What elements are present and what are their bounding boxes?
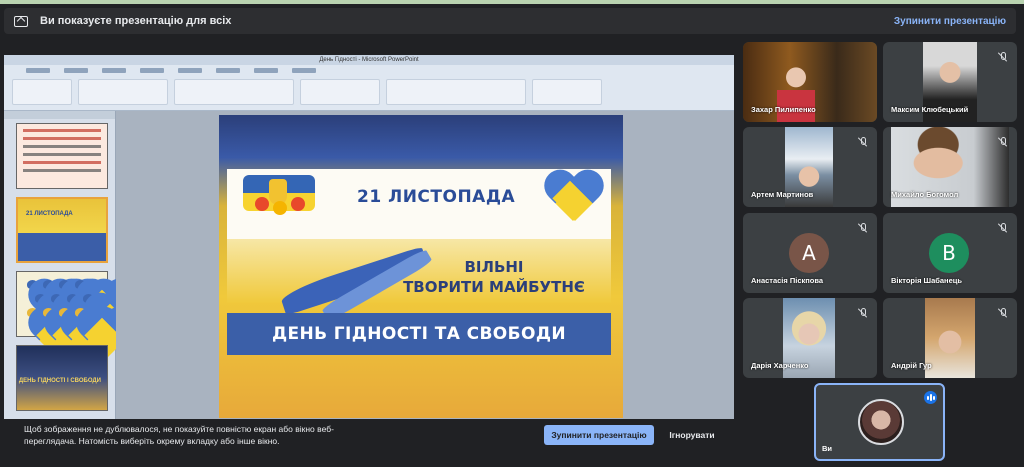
slide-title-bar: ДЕНЬ ГІДНОСТІ ТА СВОБОДИ — [227, 313, 611, 355]
participant-name: Артем Мартинов — [751, 190, 814, 199]
muted-mic-icon — [858, 137, 867, 147]
powerpoint-ribbon — [4, 65, 734, 111]
muted-mic-icon — [998, 52, 1007, 62]
slide-slogan: ВІЛЬНІ ТВОРИТИ МАЙБУТНЄ — [379, 257, 609, 297]
self-tile[interactable]: Ви — [814, 383, 945, 461]
participant-name: Анастасія Піскпова — [751, 276, 824, 285]
muted-mic-icon — [858, 223, 867, 233]
slide-thumbnail-1 — [16, 123, 108, 189]
powerpoint-title-bar: День Гідності - Microsoft PowerPoint — [4, 55, 734, 65]
ignore-button[interactable]: Ігнорувати — [660, 425, 724, 445]
participant-tile[interactable]: В Вікторія Шабанець — [883, 213, 1017, 293]
participant-name: Захар Пилипенко — [751, 105, 816, 114]
slide-thumbnail-2: 21 ЛИСТОПАДА — [16, 197, 108, 263]
stop-presenting-button[interactable]: Зупинити презентацію — [544, 425, 654, 445]
stop-presenting-link[interactable]: Зупинити презентацію — [894, 16, 1006, 27]
participant-tile[interactable]: Дарія Харченко — [743, 298, 877, 378]
slide-slogan-line1: ВІЛЬНІ — [464, 258, 524, 276]
participant-tile[interactable]: Захар Пилипенко — [743, 42, 877, 122]
muted-mic-icon — [858, 308, 867, 318]
participant-name: Дарія Харченко — [751, 361, 809, 370]
slide-thumbnail-4: ДЕНЬ ГІДНОСТІ І СВОБОДИ — [16, 345, 108, 411]
present-screen-icon — [14, 15, 28, 27]
participant-tile[interactable]: А Анастасія Піскпова — [743, 213, 877, 293]
muted-mic-icon — [998, 137, 1007, 147]
self-name: Ви — [822, 444, 833, 453]
top-accent-line — [0, 0, 1024, 4]
participant-avatar: В — [929, 233, 969, 273]
participant-tile[interactable]: Андрій Гур — [883, 298, 1017, 378]
mirror-warning-message: Щоб зображення не дублювалося, не показу… — [24, 424, 334, 446]
current-slide: 21 ЛИСТОПАДА ВІЛЬНІ ТВОРИТИ МАЙБУТНЄ ДЕН… — [219, 115, 623, 418]
self-avatar — [858, 399, 904, 445]
presenting-banner: Ви показуєте презентацію для всіх Зупини… — [4, 8, 1016, 34]
slide-thumbnail-4-label: ДЕНЬ ГІДНОСТІ І СВОБОДИ — [18, 378, 101, 384]
heart-flag-icon — [543, 171, 605, 225]
presenting-banner-title: Ви показуєте презентацію для всіх — [40, 15, 232, 27]
participant-tile[interactable]: Максим Клюбецький — [883, 42, 1017, 122]
slide-thumbnails-panel: 21 ЛИСТОПАДА ДЕНЬ ГІДНОСТІ І СВОБОДИ — [4, 111, 116, 451]
speaking-indicator-icon — [924, 391, 937, 404]
participant-name: Михайло Богомол — [891, 190, 959, 199]
slide-thumbnail-2-label: 21 ЛИСТОПАДА — [26, 211, 73, 217]
participant-name: Вікторія Шабанець — [891, 276, 962, 285]
slide-title-text: ДЕНЬ ГІДНОСТІ ТА СВОБОДИ — [271, 324, 567, 344]
participant-tile[interactable]: Михайло Богомол — [883, 127, 1017, 207]
slide-slogan-line2: ТВОРИТИ МАЙБУТНЄ — [403, 278, 585, 296]
participant-tile[interactable]: Артем Мартинов — [743, 127, 877, 207]
participant-name: Андрій Гур — [891, 361, 932, 370]
muted-mic-icon — [998, 308, 1007, 318]
participant-avatar: А — [789, 233, 829, 273]
shared-screen: День Гідності - Microsoft PowerPoint 21 … — [4, 55, 734, 451]
mirror-warning-bar: Щоб зображення не дублювалося, не показу… — [4, 419, 734, 451]
participant-name: Максим Клюбецький — [891, 105, 969, 114]
slide-thumbnail-3 — [16, 271, 108, 337]
slide-date: 21 ЛИСТОПАДА — [357, 187, 516, 207]
muted-mic-icon — [998, 223, 1007, 233]
